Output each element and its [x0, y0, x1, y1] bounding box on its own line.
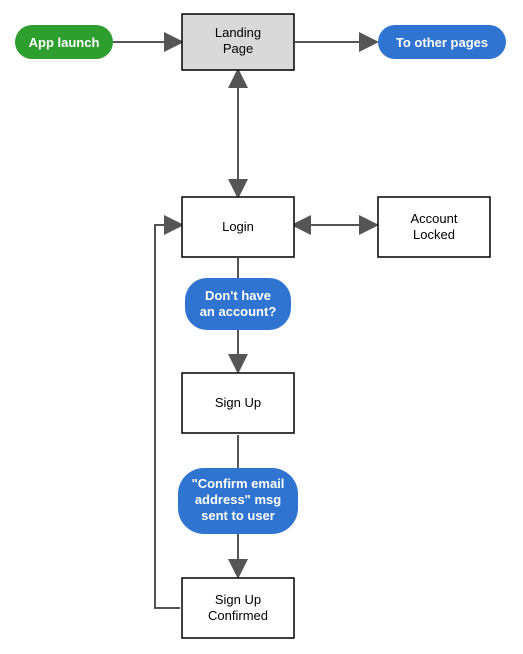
label-signup-confirmed-l1: Sign Up [215, 592, 261, 607]
label-accountlocked-l1: Account [411, 211, 458, 226]
node-confirm-email: "Confirm email address" msg sent to user [178, 468, 298, 534]
label-confirm-l3: sent to user [201, 508, 275, 523]
node-login: Login [182, 197, 294, 257]
label-accountlocked-l2: Locked [413, 227, 455, 242]
node-to-other-pages: To other pages [378, 25, 506, 59]
label-to-other-pages: To other pages [396, 35, 488, 50]
node-app-launch: App launch [15, 25, 113, 59]
arrow-confirmed-login [155, 225, 180, 608]
label-noaccount-l1: Don't have [205, 288, 271, 303]
node-landing-page: Landing Page [182, 14, 294, 70]
node-account-locked: Account Locked [378, 197, 490, 257]
label-app-launch: App launch [29, 35, 100, 50]
label-landing-l2: Page [223, 41, 253, 56]
node-sign-up: Sign Up [182, 373, 294, 433]
node-no-account: Don't have an account? [185, 278, 291, 330]
label-login: Login [222, 219, 254, 234]
label-landing-l1: Landing [215, 25, 261, 40]
label-signup: Sign Up [215, 395, 261, 410]
label-confirm-l2: address" msg [195, 492, 281, 507]
label-noaccount-l2: an account? [200, 304, 277, 319]
label-signup-confirmed-l2: Confirmed [208, 608, 268, 623]
label-confirm-l1: "Confirm email [192, 476, 285, 491]
node-sign-up-confirmed: Sign Up Confirmed [182, 578, 294, 638]
